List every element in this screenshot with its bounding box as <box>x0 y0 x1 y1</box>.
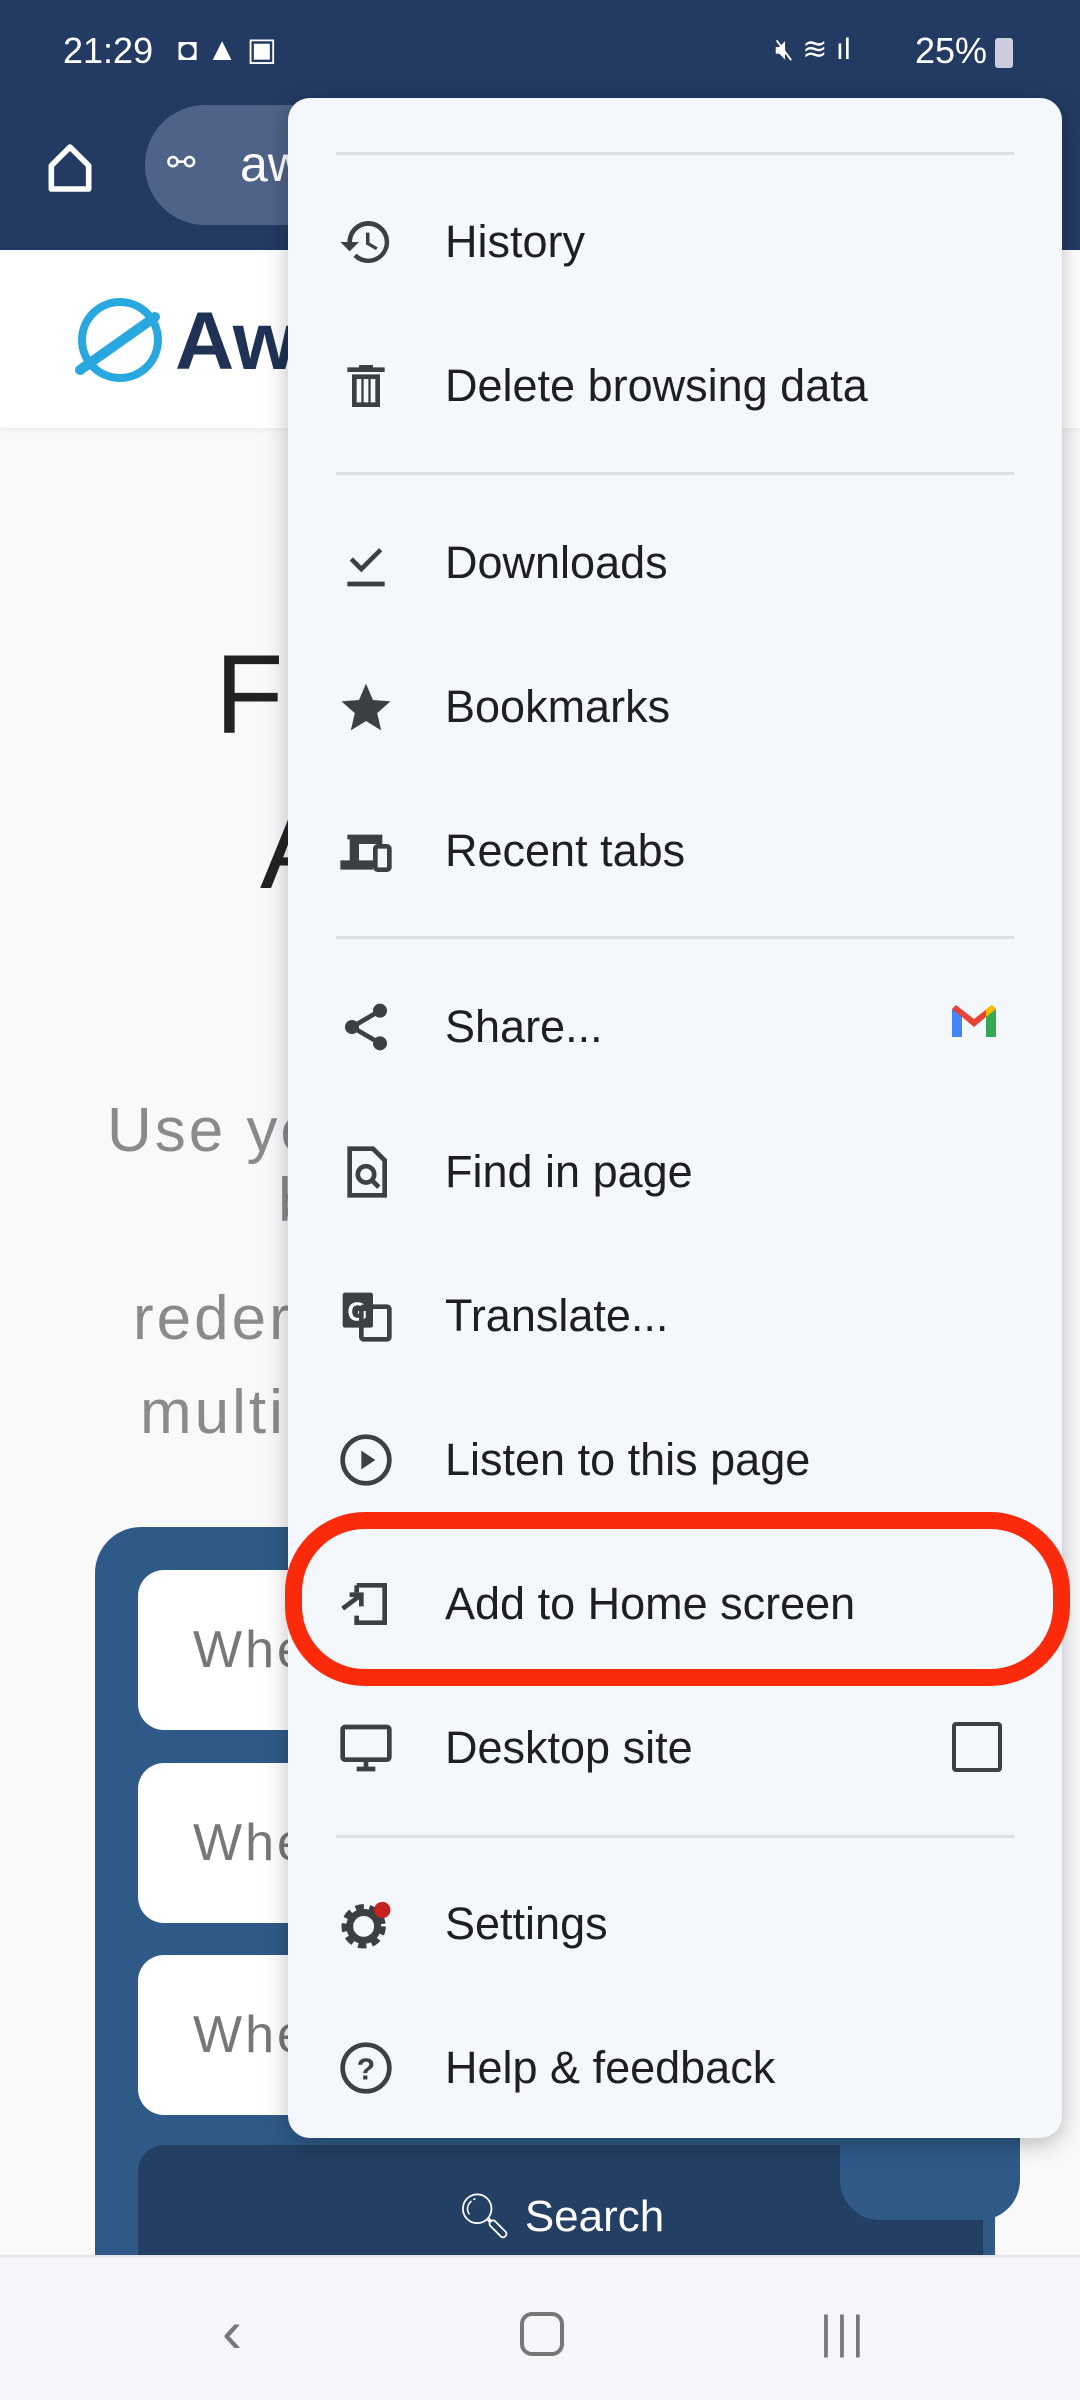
logo-icon <box>70 295 170 385</box>
menu-item-translate[interactable]: G Translate... <box>288 1244 1062 1388</box>
menu-item-desktop-site[interactable]: Desktop site <box>288 1676 1062 1820</box>
history-icon <box>338 214 394 270</box>
recents-icon[interactable]: ||| <box>820 2305 868 2359</box>
subtitle-line: reder <box>133 1284 293 1353</box>
divider <box>336 472 1014 475</box>
navigation-bar: ‹ ||| <box>0 2255 1080 2400</box>
download-icon <box>338 535 394 591</box>
battery-level: 25% <box>915 30 988 71</box>
gmail-icon[interactable] <box>948 1001 1000 1041</box>
svg-text:?: ? <box>357 2054 376 2087</box>
help-icon: ? <box>338 2040 394 2096</box>
site-settings-icon[interactable]: ⚯ <box>167 143 196 183</box>
menu-item-label: Settings <box>445 1898 608 1949</box>
subtitle-line: Use yo <box>107 1096 318 1165</box>
desktop-site-checkbox[interactable] <box>952 1722 1002 1772</box>
menu-item-label: Bookmarks <box>445 681 671 732</box>
divider <box>336 1835 1014 1838</box>
monitor-icon <box>338 1720 394 1776</box>
star-icon <box>338 679 394 735</box>
svg-text:G: G <box>347 1299 367 1327</box>
menu-item-label: History <box>445 216 586 267</box>
menu-item-label: Delete browsing data <box>445 360 868 411</box>
highlight-annotation <box>285 1512 1070 1686</box>
menu-item-settings[interactable]: Settings <box>288 1852 1062 1996</box>
menu-item-label: Share... <box>445 1001 603 1052</box>
back-icon[interactable]: ‹ <box>222 2297 242 2366</box>
clock: 21:29 <box>63 30 154 71</box>
menu-item-delete-browsing-data[interactable]: Delete browsing data <box>288 314 1062 458</box>
menu-item-share[interactable]: Share... <box>288 955 1062 1099</box>
battery-icon <box>995 38 1013 68</box>
play-circle-icon <box>338 1432 394 1488</box>
settings-icon <box>338 1896 394 1952</box>
trash-icon <box>338 358 394 414</box>
menu-item-label: Listen to this page <box>445 1434 811 1485</box>
home-nav-icon[interactable] <box>520 2312 564 2356</box>
menu-item-listen[interactable]: Listen to this page <box>288 1388 1062 1532</box>
menu-item-label: Recent tabs <box>445 825 686 876</box>
subtitle-line: multi <box>140 1378 286 1447</box>
divider <box>336 936 1014 939</box>
logo-text: Aw <box>175 296 297 387</box>
home-icon[interactable] <box>42 140 98 196</box>
divider <box>336 152 1014 155</box>
search-icon: 🔍︎ <box>456 2192 525 2241</box>
menu-item-help-feedback[interactable]: ? Help & feedback <box>288 1996 1062 2140</box>
search-label: Search <box>524 2192 665 2241</box>
menu-item-label: Translate... <box>445 1290 669 1341</box>
menu-item-find-in-page[interactable]: Find in page <box>288 1100 1062 1244</box>
signal-icons: 🔇︎ ≋ ıl <box>775 33 851 66</box>
browser-menu: History Delete browsing data Downloads B… <box>288 98 1062 2138</box>
menu-item-label: Downloads <box>445 537 668 588</box>
menu-item-label: Desktop site <box>445 1722 693 1773</box>
notification-icons: ◘ ▲ ▣ <box>178 31 278 67</box>
devices-icon <box>338 823 394 879</box>
menu-item-downloads[interactable]: Downloads <box>288 491 1062 635</box>
menu-item-bookmarks[interactable]: Bookmarks <box>288 635 1062 779</box>
share-icon <box>338 999 394 1055</box>
menu-item-label: Find in page <box>445 1146 693 1197</box>
menu-item-recent-tabs[interactable]: Recent tabs <box>288 779 1062 923</box>
menu-item-label: Help & feedback <box>445 2042 776 2093</box>
menu-item-history[interactable]: History <box>288 170 1062 314</box>
translate-icon: G <box>338 1288 394 1344</box>
find-in-page-icon <box>338 1144 394 1200</box>
